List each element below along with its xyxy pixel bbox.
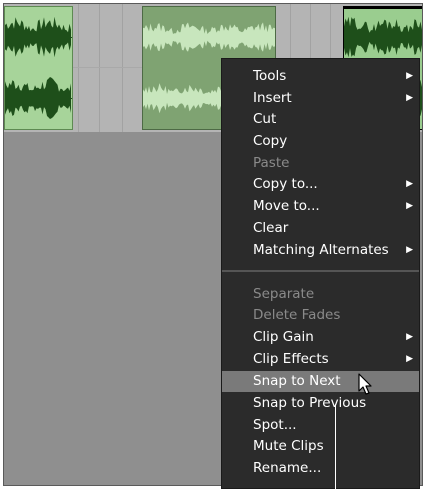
menu-item-clear[interactable]: Clear [222,218,419,239]
submenu-arrow-icon: ▶ [406,71,413,81]
menu-item-mute-clips[interactable]: Mute Clips [222,436,419,457]
clip-waveform [5,16,72,119]
menu-item-clip-gain[interactable]: Clip Gain ▶ [222,327,419,348]
waveform-shape [5,16,71,58]
submenu-arrow-icon: ▶ [406,201,413,211]
clip-border [344,7,422,9]
menu-item-label: Rename... [253,460,322,476]
menu-item-snap-to-next[interactable]: Snap to Next [222,371,419,392]
menu-item-insert[interactable]: Insert ▶ [222,88,419,109]
submenu-arrow-icon: ▶ [406,332,413,342]
submenu-arrow-icon: ▶ [406,179,413,189]
submenu-arrow-icon: ▶ [406,93,413,103]
menu-item-paste: Paste [222,153,419,174]
context-menu: Tools ▶ Insert ▶ Cut Copy Paste Copy to.… [221,58,420,489]
insertion-guide-line [335,404,336,489]
menu-item-label: Spot... [253,417,297,433]
mouse-pointer-icon [358,373,372,395]
submenu-arrow-icon: ▶ [406,354,413,364]
menu-item-label: Cut [253,111,277,127]
menu-item-label: Snap to Next [253,373,341,389]
menu-item-label: Snap to Previous [253,395,367,411]
menu-item-label: Separate [253,286,315,302]
menu-item-label: Matching Alternates [253,242,389,258]
menu-item-delete-fades: Delete Fades [222,305,419,326]
menu-item-label: Copy [253,133,288,149]
menu-item-matching-alternates[interactable]: Matching Alternates ▶ [222,240,419,261]
menu-item-label: Delete Fades [253,307,341,323]
grid-line [122,4,123,132]
menu-item-label: Mute Clips [253,438,324,454]
menu-item-tools[interactable]: Tools ▶ [222,66,419,87]
menu-item-separate: Separate [222,284,419,305]
menu-item-move-to[interactable]: Move to... ▶ [222,196,419,217]
submenu-arrow-icon: ▶ [406,245,413,255]
menu-item-label: Clip Gain [253,329,314,345]
menu-item-label: Tools [253,68,287,84]
grid-line [99,4,100,132]
menu-item-label: Copy to... [253,176,318,192]
menu-item-snap-to-previous[interactable]: Snap to Previous [222,393,419,414]
menu-separator [222,270,419,272]
menu-item-label: Move to... [253,198,320,214]
menu-item-label: Paste [253,155,290,171]
menu-item-label: Clip Effects [253,351,329,367]
audio-clip-1[interactable] [4,6,73,130]
menu-item-copy-to[interactable]: Copy to... ▶ [222,174,419,195]
menu-item-label: Clear [253,220,289,236]
grid-line [78,4,79,132]
menu-item-cut[interactable]: Cut [222,109,419,130]
menu-item-label: Insert [253,90,292,106]
menu-item-rename[interactable]: Rename... [222,458,419,479]
menu-item-clip-effects[interactable]: Clip Effects ▶ [222,349,419,370]
menu-item-copy[interactable]: Copy [222,131,419,152]
menu-item-spot[interactable]: Spot... [222,415,419,436]
